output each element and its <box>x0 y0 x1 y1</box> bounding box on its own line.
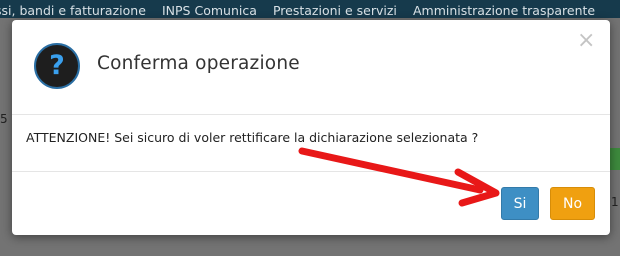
nav-item-prestazioni-servizi[interactable]: Prestazioni e servizi <box>273 2 397 18</box>
nav-item-bandi-fatturazione[interactable]: ssi, bandi e fatturazione <box>0 2 146 18</box>
dialog-message: ATTENZIONE! Sei sicuro di voler rettific… <box>26 130 479 145</box>
nav-item-amministrazione-trasparente[interactable]: Amministrazione trasparente <box>413 2 595 18</box>
confirm-dialog: ? Conferma operazione × ATTENZIONE! Sei … <box>12 20 610 235</box>
yes-button[interactable]: Si <box>501 187 539 220</box>
close-icon[interactable]: × <box>577 30 595 52</box>
dialog-title: Conferma operazione <box>97 53 300 74</box>
background-text-fragment: 5 <box>0 112 8 126</box>
top-navigation-bar: ssi, bandi e fatturazione INPS Comunica … <box>0 0 620 18</box>
no-button[interactable]: No <box>550 187 595 220</box>
nav-item-inps-comunica[interactable]: INPS Comunica <box>162 2 257 18</box>
dialog-footer: Si No <box>12 172 610 235</box>
question-icon: ? <box>34 43 80 89</box>
dialog-body: ATTENZIONE! Sei sicuro di voler rettific… <box>12 115 610 172</box>
background-text-fragment: 1 <box>611 195 619 209</box>
dialog-header: ? Conferma operazione × <box>12 20 610 115</box>
